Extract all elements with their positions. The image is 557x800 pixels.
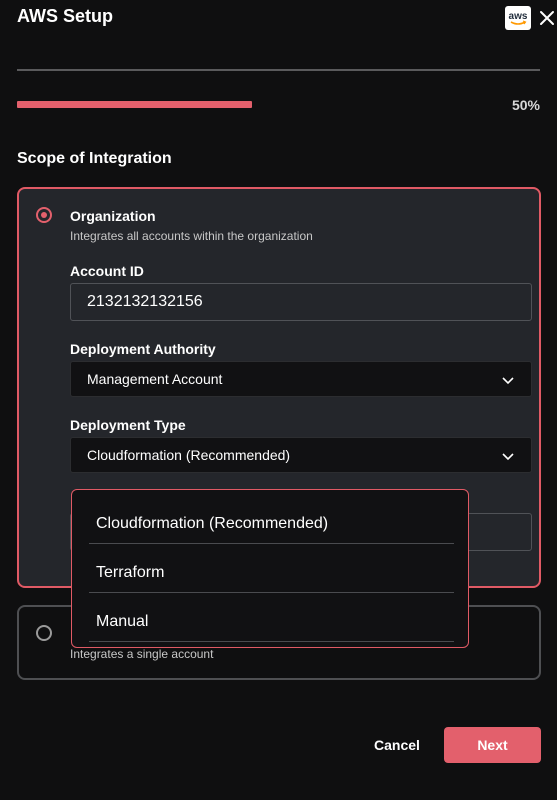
deployment-authority-label: Deployment Authority — [70, 341, 216, 357]
deployment-type-label: Deployment Type — [70, 417, 186, 433]
account-id-input[interactable]: 2132132132156 — [70, 283, 532, 321]
progress-bar — [17, 101, 487, 108]
header-divider — [17, 69, 540, 71]
single-account-option-description: Integrates a single account — [70, 647, 214, 661]
deployment-type-select[interactable]: Cloudformation (Recommended) — [70, 437, 532, 473]
progress-percent: 50% — [511, 97, 540, 113]
chevron-down-icon — [502, 377, 514, 385]
single-account-radio[interactable] — [36, 625, 52, 641]
organization-radio[interactable] — [36, 207, 52, 223]
close-icon[interactable] — [538, 9, 556, 27]
organization-option-description: Integrates all accounts within the organ… — [70, 229, 313, 243]
cancel-button[interactable]: Cancel — [360, 728, 434, 762]
deployment-authority-select[interactable]: Management Account — [70, 361, 532, 397]
chevron-down-icon — [502, 453, 514, 461]
dialog-title: AWS Setup — [17, 6, 114, 26]
deployment-type-dropdown-menu: Cloudformation (Recommended) Terraform M… — [71, 489, 469, 648]
aws-setup-dialog: AWS Setup aws 50% Scope of Integration O… — [0, 0, 557, 800]
next-button[interactable]: Next — [444, 727, 541, 763]
organization-option-title: Organization — [70, 208, 156, 224]
aws-logo-text: aws — [509, 11, 528, 22]
deployment-type-value: Cloudformation (Recommended) — [87, 447, 291, 463]
deployment-authority-value: Management Account — [87, 371, 223, 387]
aws-logo-icon: aws — [505, 6, 531, 30]
section-heading: Scope of Integration — [17, 150, 172, 167]
dropdown-option-cloudformation[interactable]: Cloudformation (Recommended) — [89, 496, 454, 544]
dropdown-option-manual[interactable]: Manual — [89, 594, 454, 642]
progress-bar-fill — [17, 101, 252, 108]
account-id-label: Account ID — [70, 263, 144, 279]
dropdown-option-terraform[interactable]: Terraform — [89, 545, 454, 593]
